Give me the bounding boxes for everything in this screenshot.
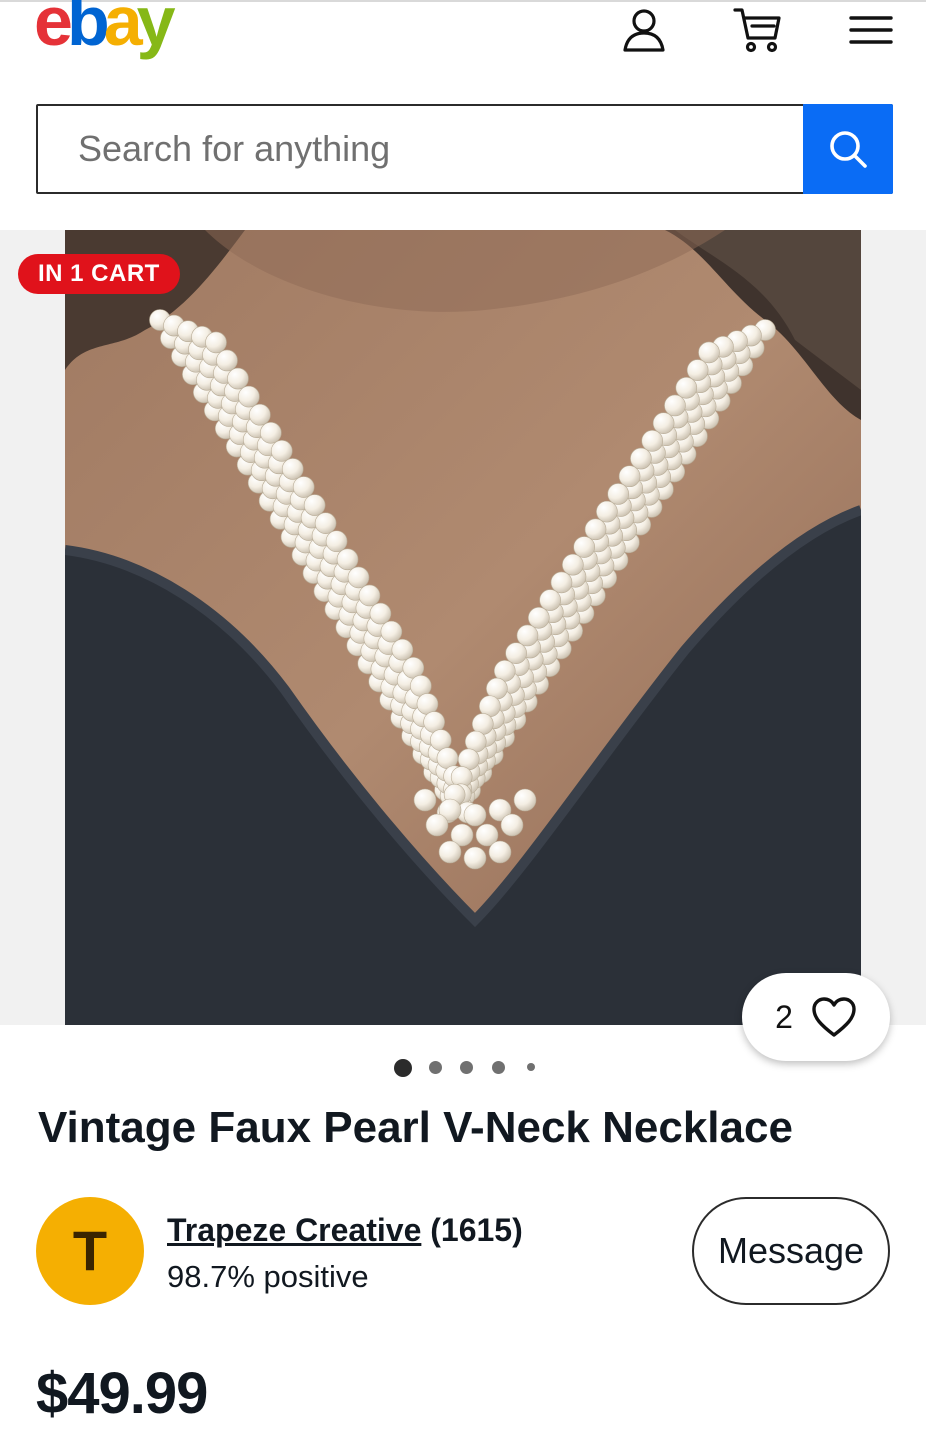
search-bar bbox=[36, 104, 893, 194]
ebay-logo[interactable]: ebay bbox=[34, 0, 176, 56]
search-icon bbox=[830, 131, 867, 168]
pagination-dot-active[interactable] bbox=[394, 1059, 412, 1077]
in-cart-badge: IN 1 CART bbox=[18, 254, 180, 294]
search-button[interactable] bbox=[803, 104, 893, 194]
search-input[interactable] bbox=[38, 106, 803, 192]
seller-avatar[interactable]: T bbox=[36, 1197, 144, 1305]
menu-icon[interactable] bbox=[845, 4, 897, 56]
pagination-dot[interactable] bbox=[460, 1061, 473, 1074]
item-title: Vintage Faux Pearl V-Neck Necklace bbox=[38, 1103, 793, 1152]
seller-name-link[interactable]: Trapeze Creative bbox=[167, 1212, 421, 1248]
watch-count: 2 bbox=[775, 998, 793, 1035]
header: ebay bbox=[0, 0, 926, 100]
item-price: $49.99 bbox=[36, 1361, 208, 1426]
gallery-pagination bbox=[0, 1058, 926, 1078]
cart-icon[interactable] bbox=[732, 4, 784, 56]
product-photo[interactable] bbox=[65, 230, 861, 1025]
seller-positive-rating: 98.7% positive bbox=[167, 1259, 369, 1294]
seller-info: Trapeze Creative (1615) bbox=[167, 1212, 523, 1249]
image-gallery[interactable] bbox=[0, 230, 926, 1025]
pagination-dot[interactable] bbox=[492, 1061, 505, 1074]
account-icon[interactable] bbox=[618, 4, 670, 56]
message-button[interactable]: Message bbox=[692, 1197, 890, 1305]
heart-icon bbox=[812, 997, 856, 1037]
seller-feedback-count: (1615) bbox=[430, 1212, 523, 1248]
watch-button[interactable]: 2 bbox=[742, 973, 890, 1061]
pagination-dot[interactable] bbox=[527, 1063, 535, 1071]
pagination-dot[interactable] bbox=[429, 1061, 442, 1074]
